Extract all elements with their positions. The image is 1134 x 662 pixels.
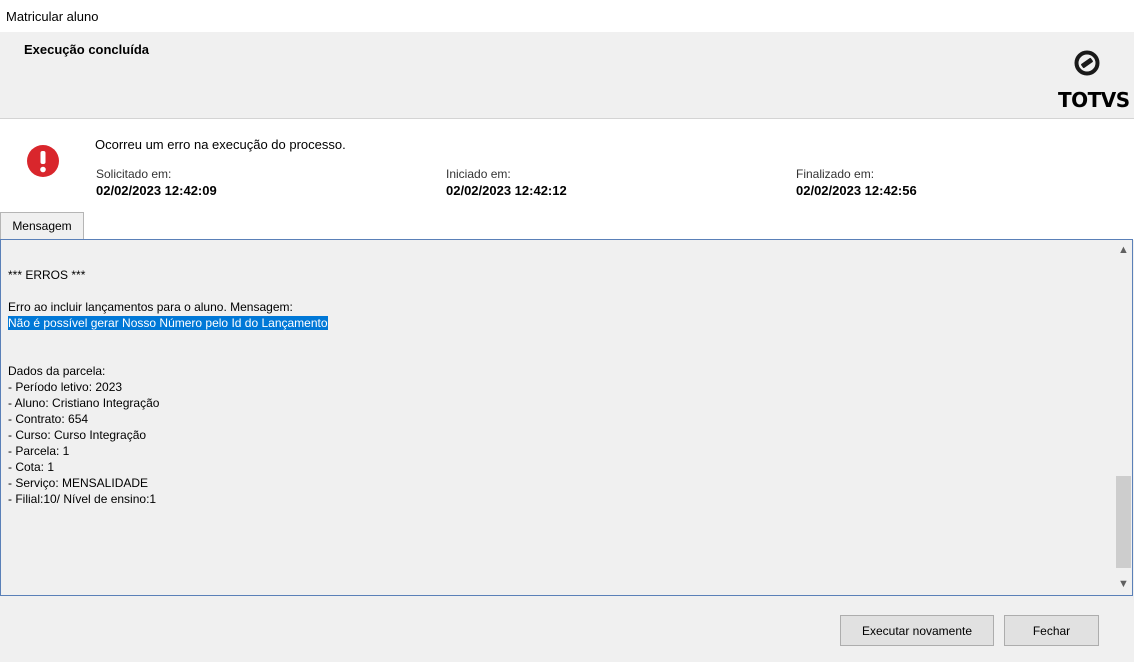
message-line-intro: Erro ao incluir lançamentos para o aluno…: [8, 300, 293, 314]
tab-strip: Mensagem: [0, 211, 1134, 240]
detail-line: - Cota: 1: [8, 460, 55, 474]
window-title: Matricular aluno: [6, 9, 99, 24]
finished-value: 02/02/2023 12:42:56: [796, 183, 917, 198]
header-panel: Execução concluída TOTVS: [0, 32, 1134, 119]
status-panel: Ocorreu um erro na execução do processo.…: [0, 119, 1134, 211]
totvs-logo-icon: [1074, 50, 1100, 76]
started-value: 02/02/2023 12:42:12: [446, 183, 567, 198]
message-textbox[interactable]: *** ERROS *** Erro ao incluir lançamento…: [0, 239, 1133, 596]
scroll-down-icon[interactable]: ▼: [1115, 576, 1132, 593]
detail-line: - Parcela: 1: [8, 444, 70, 458]
vertical-scrollbar[interactable]: ▲ ▼: [1115, 240, 1132, 595]
logo-text: TOTVS: [1058, 88, 1130, 112]
rerun-button[interactable]: Executar novamente: [840, 615, 994, 646]
window-titlebar: Matricular aluno: [0, 0, 1134, 32]
scroll-up-icon[interactable]: ▲: [1115, 242, 1132, 259]
detail-line: - Filial:10/ Nível de ensino:1: [8, 492, 157, 506]
message-line-errors: *** ERROS ***: [8, 268, 86, 282]
error-icon: [27, 145, 59, 177]
requested-value: 02/02/2023 12:42:09: [96, 183, 217, 198]
detail-line: - Contrato: 654: [8, 412, 89, 426]
footer-bar: Executar novamente Fechar: [0, 598, 1134, 662]
selected-text: Não é possível gerar Nosso Número pelo I…: [8, 316, 328, 330]
message-line-dados: Dados da parcela:: [8, 364, 106, 378]
detail-line: - Período letivo: 2023: [8, 380, 123, 394]
scroll-thumb[interactable]: [1116, 476, 1131, 568]
tab-mensagem[interactable]: Mensagem: [0, 212, 84, 240]
detail-line: - Aluno: Cristiano Integração: [8, 396, 160, 410]
finished-label: Finalizado em:: [796, 167, 875, 181]
detail-line: - Curso: Curso Integração: [8, 428, 147, 442]
error-message: Ocorreu um erro na execução do processo.: [95, 137, 346, 152]
requested-label: Solicitado em:: [96, 167, 172, 181]
header-title: Execução concluída: [24, 42, 149, 57]
totvs-logo: TOTVS: [1052, 44, 1132, 114]
started-label: Iniciado em:: [446, 167, 511, 181]
detail-line: - Serviço: MENSALIDADE: [8, 476, 149, 490]
message-content: *** ERROS *** Erro ao incluir lançamento…: [8, 267, 328, 507]
close-button[interactable]: Fechar: [1004, 615, 1099, 646]
